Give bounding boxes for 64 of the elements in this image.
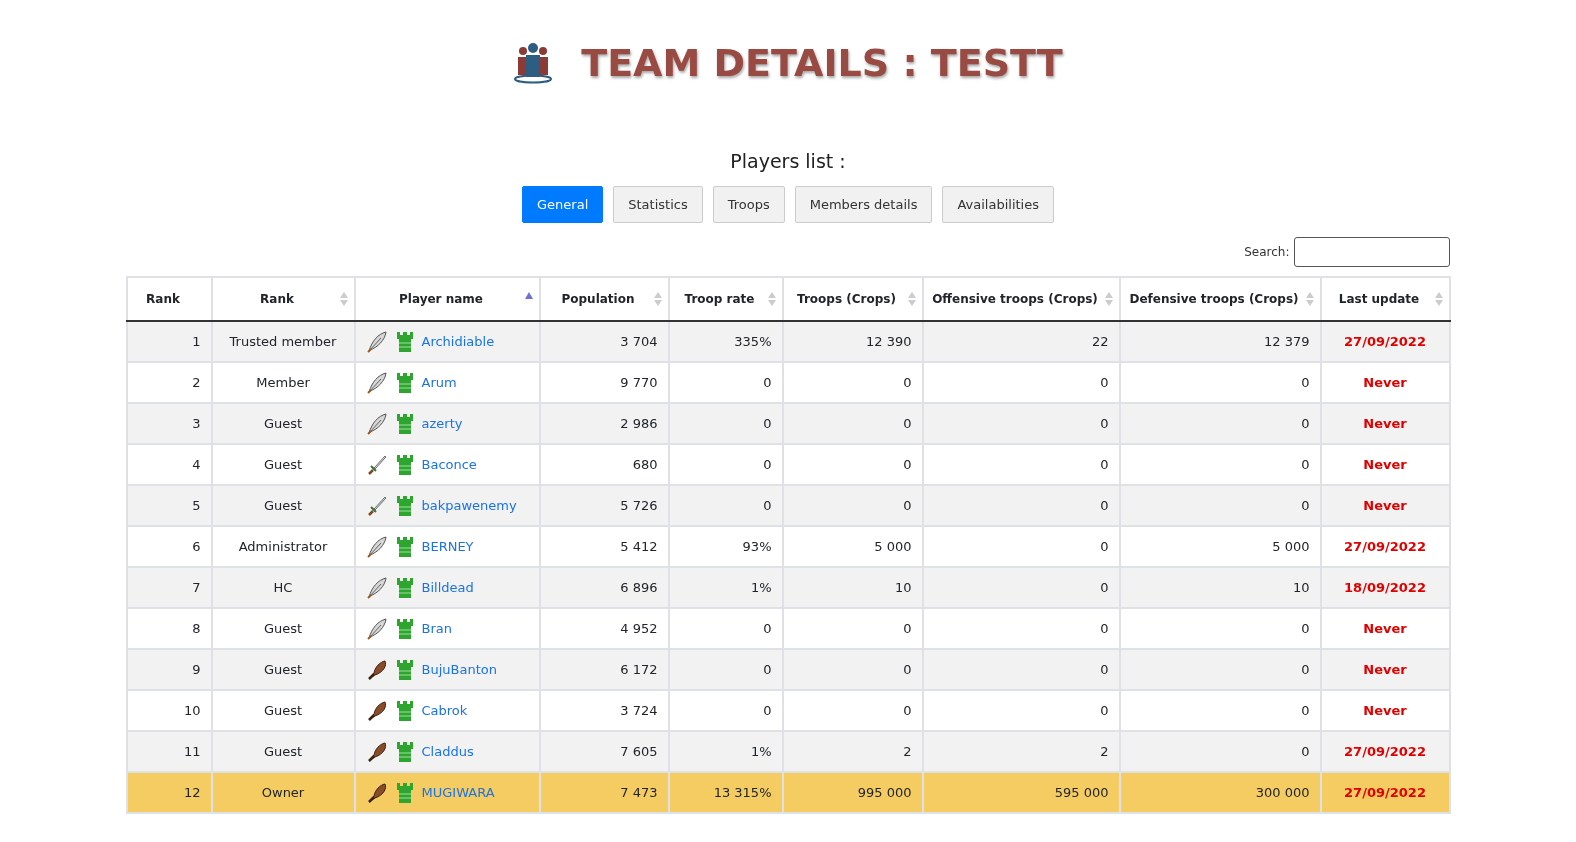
tab[interactable]: General xyxy=(522,186,604,223)
player-link[interactable]: Bran xyxy=(421,621,452,636)
sort-arrows-icon[interactable] xyxy=(1104,292,1113,306)
column-header[interactable]: Rank xyxy=(126,277,212,321)
defensive-troops-cell: 300 000 xyxy=(1119,772,1321,813)
rank-cell: 12 xyxy=(126,772,212,813)
feather-icon xyxy=(365,535,388,558)
team-icon xyxy=(513,42,554,84)
tab[interactable]: Members details xyxy=(794,186,933,223)
tower-icon xyxy=(395,536,414,557)
player-link[interactable]: BERNEY xyxy=(421,539,474,554)
tower-icon xyxy=(395,700,414,721)
tower-icon xyxy=(395,618,414,639)
sort-arrows-icon[interactable] xyxy=(1434,292,1443,306)
player-link[interactable]: Arum xyxy=(421,375,457,390)
player-link[interactable]: Billdead xyxy=(421,580,474,595)
player-link[interactable]: Claddus xyxy=(421,744,474,759)
troop-rate-cell: 13 315% xyxy=(668,772,783,813)
column-header[interactable]: Defensive troops (Crops) xyxy=(1119,277,1321,321)
column-header[interactable]: Troop rate xyxy=(668,277,783,321)
column-header[interactable]: Offensive troops (Crops) xyxy=(922,277,1120,321)
feather-icon xyxy=(365,371,388,394)
feather-icon xyxy=(365,412,388,435)
last-update-cell: 27/09/2022 xyxy=(1320,772,1450,813)
tower-icon xyxy=(395,413,414,434)
tower-icon xyxy=(395,331,414,352)
column-header[interactable]: Player name xyxy=(354,277,540,321)
tower-icon xyxy=(395,372,414,393)
column-header[interactable]: Troops (Crops) xyxy=(782,277,923,321)
column-header[interactable]: Last update xyxy=(1320,277,1450,321)
role-cell: Owner xyxy=(211,772,355,813)
tab[interactable]: Statistics xyxy=(613,186,703,223)
tower-icon xyxy=(395,495,414,516)
player-link[interactable]: bakpawenemy xyxy=(421,498,517,513)
feather-icon xyxy=(365,617,388,640)
column-header[interactable]: Population xyxy=(539,277,669,321)
section-title: Players list : xyxy=(730,150,846,172)
tower-icon xyxy=(395,577,414,598)
column-header[interactable]: Rank xyxy=(211,277,355,321)
sort-arrows-icon[interactable] xyxy=(339,292,348,306)
sort-arrows-icon[interactable] xyxy=(1305,292,1314,306)
sort-ascending-icon[interactable] xyxy=(524,292,533,299)
player-link[interactable]: BujuBanton xyxy=(421,662,497,677)
tower-icon xyxy=(395,454,414,475)
sort-arrows-icon[interactable] xyxy=(907,292,916,306)
troops-cell: 995 000 xyxy=(782,772,923,813)
search-label: Search: xyxy=(1244,245,1290,259)
sort-arrows-icon[interactable] xyxy=(653,292,662,306)
tab[interactable]: Availabilities xyxy=(942,186,1054,223)
tab[interactable]: Troops xyxy=(712,186,785,223)
tower-icon xyxy=(395,741,414,762)
offensive-troops-cell: 595 000 xyxy=(922,772,1120,813)
sort-arrows-icon[interactable] xyxy=(767,292,776,306)
feather-icon xyxy=(365,576,388,599)
page-title: TEAM DETAILS : TESTT xyxy=(581,41,1063,85)
player-link[interactable]: Archidiable xyxy=(421,334,495,349)
player-link[interactable]: azerty xyxy=(421,416,463,431)
search-field[interactable] xyxy=(1293,237,1450,267)
population-cell: 7 473 xyxy=(539,772,669,813)
tower-icon xyxy=(395,782,414,803)
player-link[interactable]: Baconce xyxy=(421,457,477,472)
tower-icon xyxy=(395,659,414,680)
feather-icon xyxy=(365,330,388,353)
player-link[interactable]: Cabrok xyxy=(421,703,468,718)
